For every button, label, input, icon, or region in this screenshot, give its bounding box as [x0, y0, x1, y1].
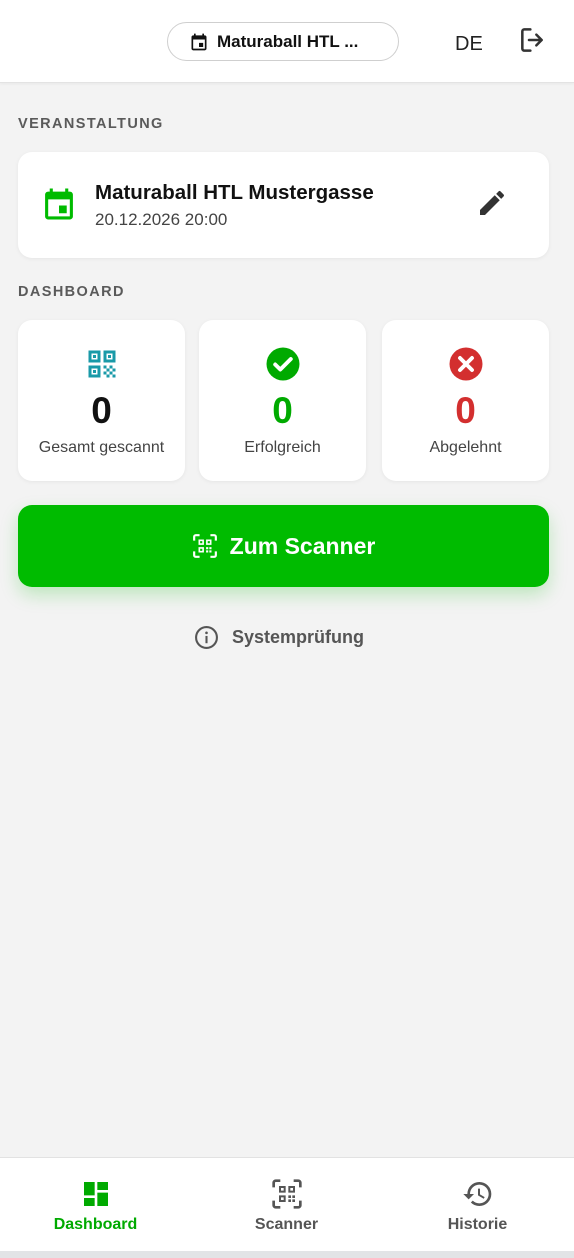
- top-bar: Maturaball HTL ... DE: [0, 0, 574, 83]
- system-check-link[interactable]: Systemprüfung: [194, 623, 364, 651]
- go-to-scanner-label: Zum Scanner: [229, 532, 376, 559]
- stat-label: Gesamt gescannt: [38, 439, 165, 456]
- stat-value: 0: [91, 390, 112, 431]
- x-circle-icon: [449, 347, 482, 381]
- language-switch[interactable]: DE: [455, 33, 483, 56]
- event-card: Maturaball HTL Mustergasse 20.12.2026 20…: [18, 152, 549, 258]
- calendar-icon: [45, 188, 73, 220]
- nav-label-scanner: Scanner: [254, 1216, 319, 1233]
- stat-rejected: 0 Abgelehnt: [382, 320, 549, 481]
- event-selector-label: Maturaball HTL ...: [217, 31, 359, 51]
- calendar-icon: [191, 33, 207, 50]
- stat-value: 0: [455, 390, 476, 431]
- event-selector[interactable]: Maturaball HTL ...: [167, 22, 399, 61]
- history-icon: [462, 1182, 491, 1206]
- check-circle-icon: [266, 347, 299, 381]
- stat-value: 0: [272, 390, 293, 431]
- qr-code-icon: [88, 350, 115, 378]
- logout-icon[interactable]: [517, 24, 549, 56]
- go-to-scanner-button[interactable]: Zum Scanner: [18, 505, 549, 587]
- nav-item-dashboard[interactable]: Dashboard: [0, 1158, 191, 1252]
- nav-label-history: Historie: [447, 1216, 508, 1233]
- nav-label-dashboard: Dashboard: [53, 1216, 138, 1233]
- qr-scan-icon: [192, 534, 217, 558]
- event-datetime: 20.12.2026 20:00: [95, 210, 228, 229]
- stat-successful: 0 Erfolgreich: [199, 320, 366, 481]
- nav-item-scanner[interactable]: Scanner: [191, 1158, 382, 1252]
- section-label-event: VERANSTALTUNG: [18, 116, 164, 132]
- dashboard-icon: [83, 1182, 108, 1206]
- stat-label: Erfolgreich: [244, 439, 321, 456]
- system-check-label: Systemprüfung: [232, 626, 365, 647]
- info-icon: [195, 625, 218, 649]
- qr-scan-icon: [271, 1179, 302, 1209]
- bottom-navigation: Dashboard Scanner Historie: [0, 1157, 574, 1251]
- nav-item-history[interactable]: Historie: [382, 1158, 573, 1252]
- system-nav-strip: [0, 1251, 574, 1258]
- edit-icon[interactable]: [476, 187, 508, 219]
- stat-label: Abgelehnt: [429, 439, 502, 456]
- section-label-dashboard: DASHBOARD: [18, 284, 125, 300]
- stat-total-scanned: 0 Gesamt gescannt: [18, 320, 185, 481]
- event-name: Maturaball HTL Mustergasse: [95, 181, 374, 204]
